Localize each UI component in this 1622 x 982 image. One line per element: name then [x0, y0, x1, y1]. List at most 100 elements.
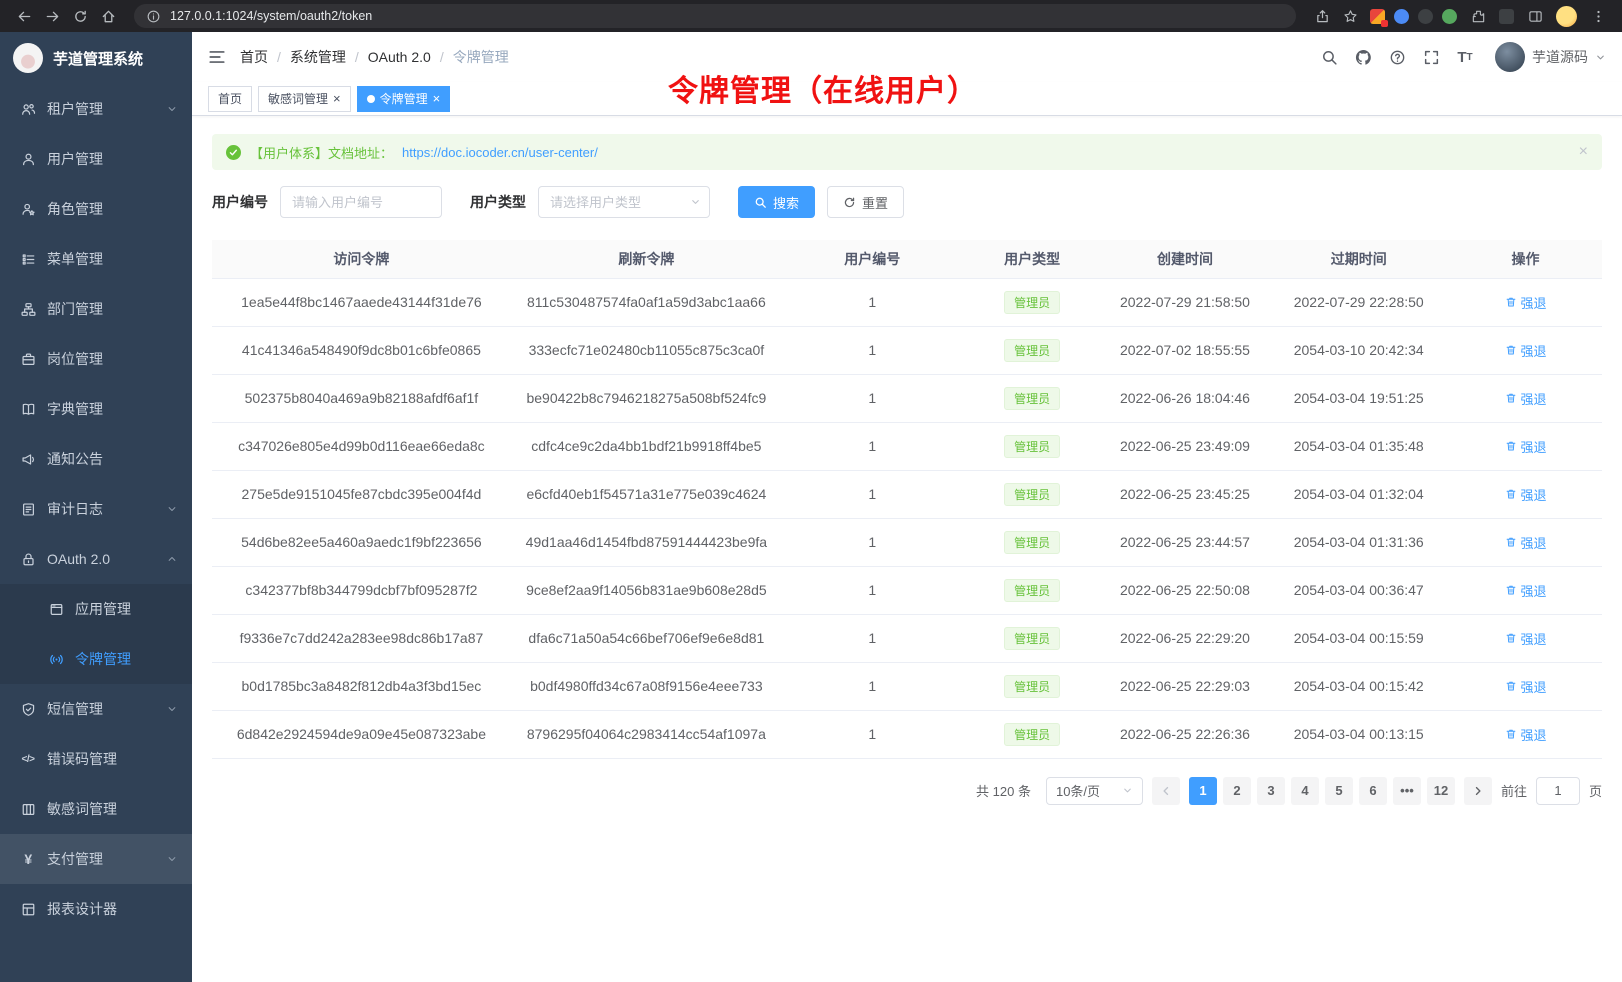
- reset-button[interactable]: 重置: [827, 186, 904, 218]
- force-logout-button[interactable]: 强退: [1505, 533, 1547, 552]
- alert-close-icon[interactable]: ×: [1579, 144, 1588, 160]
- cell-created-time: 2022-06-25 23:49:09: [1102, 422, 1269, 470]
- extension-icon-5[interactable]: [1499, 9, 1514, 24]
- force-logout-button[interactable]: 强退: [1505, 629, 1547, 648]
- token-icon: [48, 651, 64, 667]
- share-icon[interactable]: [1310, 4, 1334, 28]
- collapse-sidebar-icon[interactable]: [208, 48, 226, 66]
- page-button-1[interactable]: 1: [1189, 777, 1217, 805]
- extension-icon-3[interactable]: [1418, 9, 1433, 24]
- extension-icon-4[interactable]: [1442, 9, 1457, 24]
- sidebar-item-label: 字典管理: [47, 399, 178, 419]
- user-menu[interactable]: 芋道源码: [1495, 42, 1606, 72]
- table-row: c342377bf8b344799dcbf7bf095287f29ce8ef2a…: [212, 566, 1602, 614]
- delete-icon: [1505, 632, 1517, 644]
- tab-bar: 首页敏感词管理× 令牌管理 ×: [192, 82, 1622, 116]
- user-type-badge: 管理员: [1004, 531, 1060, 554]
- fullscreen-icon[interactable]: [1415, 41, 1447, 73]
- sidebar-item-dept[interactable]: 部门管理: [0, 284, 192, 334]
- user-type-select[interactable]: [538, 186, 710, 218]
- user-type-select-input[interactable]: [538, 186, 710, 218]
- page-button-4[interactable]: 4: [1291, 777, 1319, 805]
- force-logout-button[interactable]: 强退: [1505, 293, 1547, 312]
- sidebar-item-role[interactable]: 角色管理: [0, 184, 192, 234]
- user-id-input[interactable]: [280, 186, 442, 218]
- sidebar-item-menu[interactable]: 菜单管理: [0, 234, 192, 284]
- browser-menu-icon[interactable]: [1586, 4, 1610, 28]
- sidebar-item-post[interactable]: 岗位管理: [0, 334, 192, 384]
- cell-action: 强退: [1449, 614, 1602, 662]
- breadcrumb-item[interactable]: 系统管理: [290, 47, 346, 67]
- force-logout-button[interactable]: 强退: [1505, 341, 1547, 360]
- more-pages-button[interactable]: •••: [1393, 777, 1421, 805]
- force-logout-button[interactable]: 强退: [1505, 581, 1547, 600]
- sidebar-item-pay[interactable]: ¥支付管理: [0, 834, 192, 884]
- breadcrumb-item[interactable]: OAuth 2.0: [368, 49, 431, 65]
- sidebar-item-dict[interactable]: 字典管理: [0, 384, 192, 434]
- sidebar-item-notice[interactable]: 通知公告: [0, 434, 192, 484]
- extension-icon-1[interactable]: [1370, 9, 1385, 24]
- tab-sensitive-word[interactable]: 敏感词管理×: [258, 86, 351, 112]
- browser-profile-avatar[interactable]: [1556, 6, 1577, 27]
- tab-oauth2-token[interactable]: 令牌管理 ×: [357, 86, 451, 112]
- force-logout-button[interactable]: 强退: [1505, 677, 1547, 696]
- page-button-12[interactable]: 12: [1427, 777, 1455, 805]
- tab-label: 令牌管理: [380, 90, 428, 107]
- tab-close-icon[interactable]: ×: [333, 92, 341, 105]
- app-logo[interactable]: 芋道管理系统: [0, 32, 192, 84]
- sidebar-item-error-code[interactable]: </>错误码管理: [0, 734, 192, 784]
- cell-user-type: 管理员: [963, 710, 1102, 758]
- sidebar-item-sms[interactable]: 短信管理: [0, 684, 192, 734]
- address-bar[interactable]: 127.0.0.1:1024/system/oauth2/token: [134, 4, 1296, 28]
- sidebar-item-oauth2-token[interactable]: 令牌管理: [0, 634, 192, 684]
- back-icon[interactable]: [12, 4, 36, 28]
- total-count: 共 120 条: [976, 781, 1031, 800]
- page-button-6[interactable]: 6: [1359, 777, 1387, 805]
- table-row: b0d1785bc3a8482f812db4a3f3bd15ecb0df4980…: [212, 662, 1602, 710]
- home-icon[interactable]: [96, 4, 120, 28]
- force-logout-button[interactable]: 强退: [1505, 725, 1547, 744]
- font-size-icon[interactable]: TT: [1449, 41, 1481, 73]
- sidebar-item-oauth2[interactable]: OAuth 2.0: [0, 534, 192, 584]
- extensions-puzzle-icon[interactable]: [1466, 4, 1490, 28]
- page-button-2[interactable]: 2: [1223, 777, 1251, 805]
- extension-icon-2[interactable]: [1394, 9, 1409, 24]
- post-icon: [20, 351, 36, 367]
- reload-icon[interactable]: [68, 4, 92, 28]
- github-icon[interactable]: [1347, 41, 1379, 73]
- audit-icon: [20, 501, 36, 517]
- page-size-select[interactable]: 10条/页: [1046, 777, 1143, 805]
- force-logout-button[interactable]: 强退: [1505, 437, 1547, 456]
- page-button-5[interactable]: 5: [1325, 777, 1353, 805]
- sidebar-item-report[interactable]: 报表设计器: [0, 884, 192, 934]
- bookmark-star-icon[interactable]: [1338, 4, 1362, 28]
- sidebar-item-oauth2-app[interactable]: 应用管理: [0, 584, 192, 634]
- search-icon[interactable]: [1313, 41, 1345, 73]
- force-logout-button[interactable]: 强退: [1505, 389, 1547, 408]
- page-button-3[interactable]: 3: [1257, 777, 1285, 805]
- column-header: 创建时间: [1102, 240, 1269, 278]
- tab-active-dot-icon: [367, 95, 375, 103]
- tab-home[interactable]: 首页: [208, 86, 252, 112]
- split-screen-icon[interactable]: [1523, 4, 1547, 28]
- next-page-button[interactable]: [1464, 777, 1492, 805]
- sidebar-item-tenant[interactable]: 租户管理: [0, 84, 192, 134]
- breadcrumb-item[interactable]: 首页: [240, 47, 268, 67]
- user-type-badge: 管理员: [1004, 627, 1060, 650]
- sidebar-item-user[interactable]: 用户管理: [0, 134, 192, 184]
- column-header: 过期时间: [1268, 240, 1449, 278]
- site-info-icon[interactable]: [144, 7, 162, 25]
- sidebar-item-audit-log[interactable]: 审计日志: [0, 484, 192, 534]
- tab-close-icon[interactable]: ×: [433, 92, 441, 105]
- search-button[interactable]: 搜索: [738, 186, 815, 218]
- help-icon[interactable]: [1381, 41, 1413, 73]
- sidebar-item-sensitive[interactable]: 敏感词管理: [0, 784, 192, 834]
- goto-page-input[interactable]: [1536, 777, 1580, 805]
- doc-link[interactable]: https://doc.iocoder.cn/user-center/: [402, 145, 598, 160]
- prev-page-button[interactable]: [1152, 777, 1180, 805]
- force-logout-button[interactable]: 强退: [1505, 485, 1547, 504]
- alert-text: 【用户体系】文档地址：: [250, 143, 393, 162]
- cell-created-time: 2022-06-25 23:44:57: [1102, 518, 1269, 566]
- forward-icon[interactable]: [40, 4, 64, 28]
- sidebar-item-label: 通知公告: [47, 449, 178, 469]
